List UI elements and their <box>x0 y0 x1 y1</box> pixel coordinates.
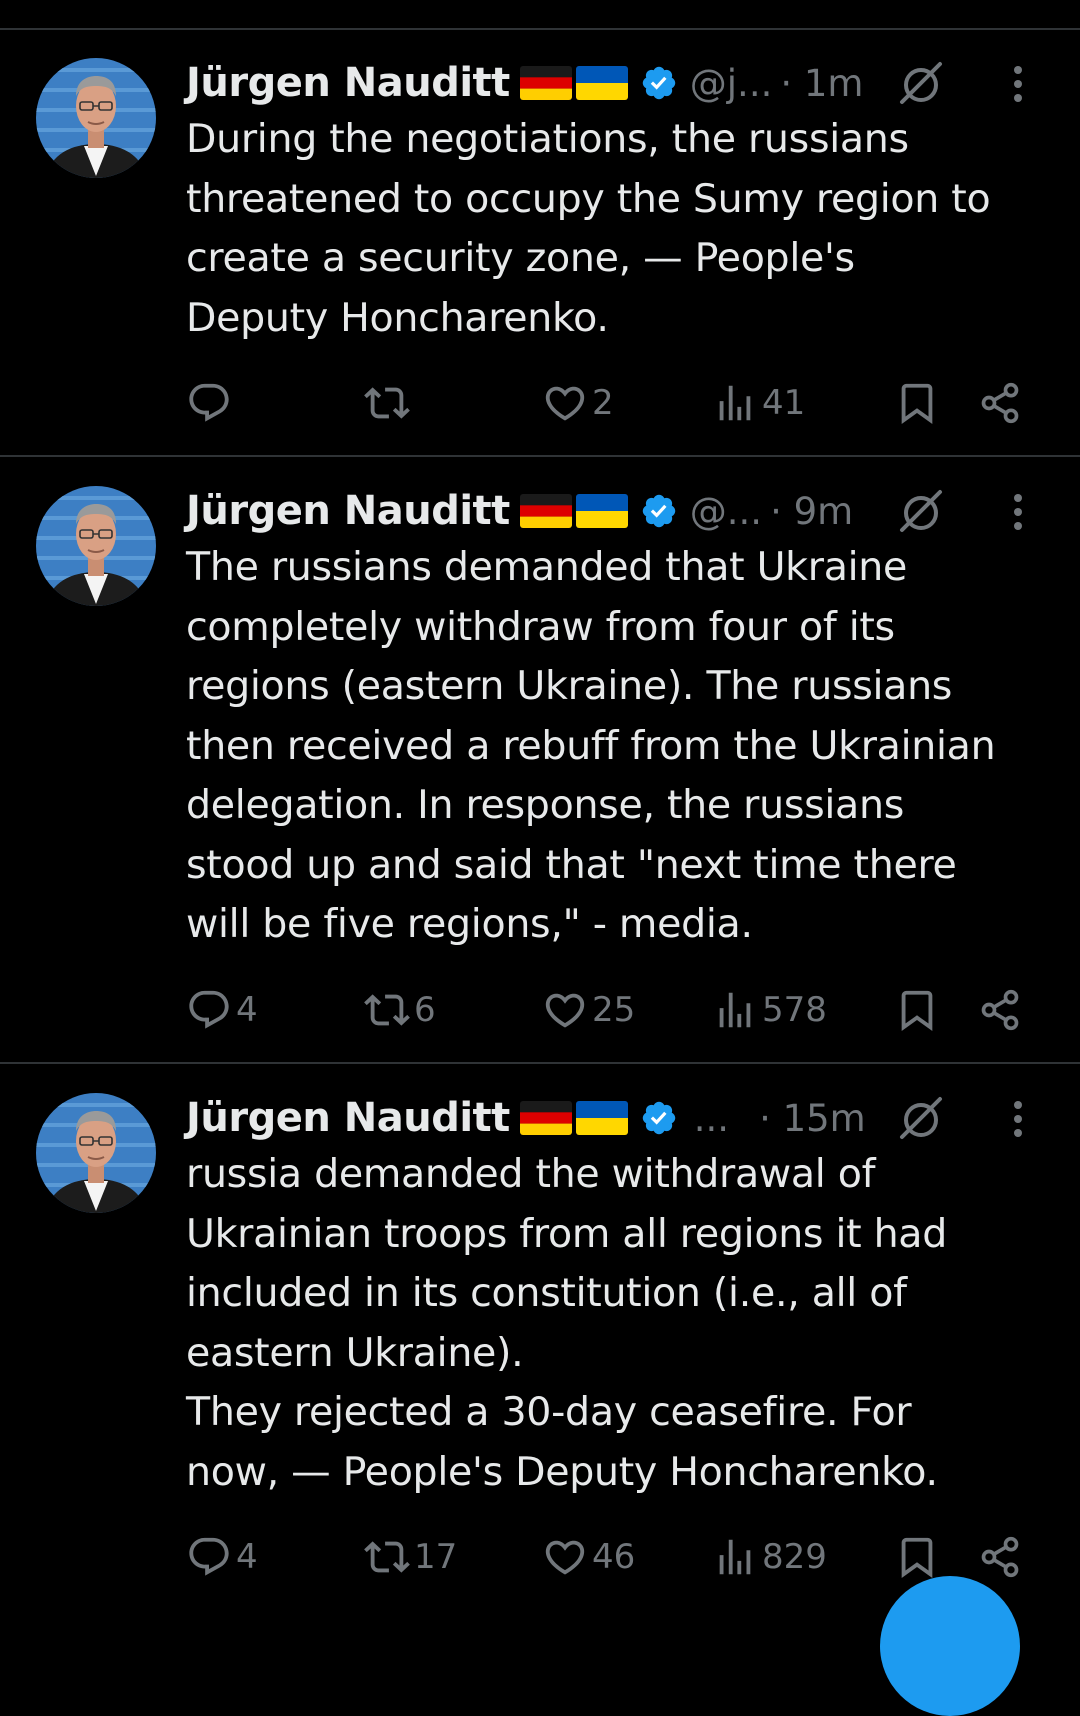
reply-icon <box>186 380 232 426</box>
tweet-header: Jürgen Nauditt @... · 9m <box>186 483 853 539</box>
author-handle[interactable]: @... <box>690 490 762 533</box>
bookmark-button[interactable] <box>894 985 940 1035</box>
like-count: 2 <box>592 383 614 423</box>
verified-badge-icon[interactable] <box>640 492 678 530</box>
germany-flag-icon <box>520 494 572 528</box>
ukraine-flag-icon <box>576 66 628 100</box>
bookmark-button[interactable] <box>894 1532 940 1582</box>
views-count: 829 <box>762 1537 827 1577</box>
reply-button[interactable]: 4 <box>186 985 258 1035</box>
views-button[interactable]: 829 <box>712 1532 827 1582</box>
more-options-icon[interactable] <box>1006 62 1030 106</box>
avatar[interactable] <box>36 58 156 178</box>
author-handle[interactable]: ... <box>694 1097 729 1140</box>
tweet-header: Jürgen Nauditt ... · 15m <box>186 1090 866 1146</box>
share-icon <box>978 1535 1022 1579</box>
like-count: 46 <box>592 1537 636 1577</box>
views-count: 578 <box>762 990 827 1030</box>
repost-button[interactable] <box>364 378 414 428</box>
tweet-text: During the negotiations, the russians th… <box>186 116 991 341</box>
bookmark-button[interactable] <box>894 378 940 428</box>
reply-count: 4 <box>236 990 258 1030</box>
reply-icon <box>186 1534 232 1580</box>
reply-count: 4 <box>236 1537 258 1577</box>
germany-flag-icon <box>520 1101 572 1135</box>
tweet-time[interactable]: · 9m <box>770 490 853 533</box>
share-button[interactable] <box>978 1532 1022 1582</box>
author-name[interactable]: Jürgen Nauditt <box>186 60 510 106</box>
bookmark-icon <box>894 380 940 426</box>
verified-badge-icon[interactable] <box>640 1099 678 1137</box>
views-button[interactable]: 41 <box>712 378 805 428</box>
bookmark-icon <box>894 1534 940 1580</box>
tweet-time[interactable]: · 15m <box>759 1097 866 1140</box>
grok-icon[interactable] <box>896 58 946 108</box>
like-button[interactable]: 2 <box>542 378 614 428</box>
repost-button[interactable]: 6 <box>364 985 436 1035</box>
tweet-divider <box>0 1062 1080 1064</box>
ukraine-flag-icon <box>576 494 628 528</box>
more-options-icon[interactable] <box>1006 1097 1030 1141</box>
views-icon <box>712 1534 758 1580</box>
avatar[interactable] <box>36 486 156 606</box>
ukraine-flag-icon <box>576 1101 628 1135</box>
views-icon <box>712 380 758 426</box>
views-button[interactable]: 578 <box>712 985 827 1035</box>
tweet-time[interactable]: · 1m <box>780 62 863 105</box>
repost-icon <box>364 1534 410 1580</box>
reply-icon <box>186 987 232 1033</box>
share-icon <box>978 381 1022 425</box>
like-button[interactable]: 25 <box>542 985 635 1035</box>
reply-button[interactable]: 4 <box>186 1532 258 1582</box>
share-button[interactable] <box>978 985 1022 1035</box>
top-divider <box>0 28 1080 30</box>
more-options-icon[interactable] <box>1006 490 1030 534</box>
bookmark-icon <box>894 987 940 1033</box>
like-icon <box>542 1534 588 1580</box>
like-count: 25 <box>592 990 636 1030</box>
tweet-header: Jürgen Nauditt @j... · 1m <box>186 55 863 111</box>
repost-icon <box>364 380 410 426</box>
tweet-text: russia demanded the withdrawal of Ukrain… <box>186 1151 947 1495</box>
germany-flag-icon <box>520 66 572 100</box>
views-icon <box>712 987 758 1033</box>
like-icon <box>542 380 588 426</box>
tweet-text: The russians demanded that Ukraine compl… <box>186 544 996 947</box>
repost-count: 17 <box>414 1537 458 1577</box>
like-icon <box>542 987 588 1033</box>
reply-button[interactable] <box>186 378 236 428</box>
author-name[interactable]: Jürgen Nauditt <box>186 488 510 534</box>
verified-badge-icon[interactable] <box>640 64 678 102</box>
repost-icon <box>364 987 410 1033</box>
avatar[interactable] <box>36 1093 156 1213</box>
tweet-divider <box>0 455 1080 457</box>
compose-post-button[interactable] <box>880 1576 1020 1716</box>
share-button[interactable] <box>978 378 1022 428</box>
grok-icon[interactable] <box>896 486 946 536</box>
repost-count: 6 <box>414 990 436 1030</box>
grok-icon[interactable] <box>896 1093 946 1143</box>
author-handle[interactable]: @j... <box>690 62 773 105</box>
share-icon <box>978 988 1022 1032</box>
author-name[interactable]: Jürgen Nauditt <box>186 1095 510 1141</box>
repost-button[interactable]: 17 <box>364 1532 457 1582</box>
like-button[interactable]: 46 <box>542 1532 635 1582</box>
views-count: 41 <box>762 383 806 423</box>
